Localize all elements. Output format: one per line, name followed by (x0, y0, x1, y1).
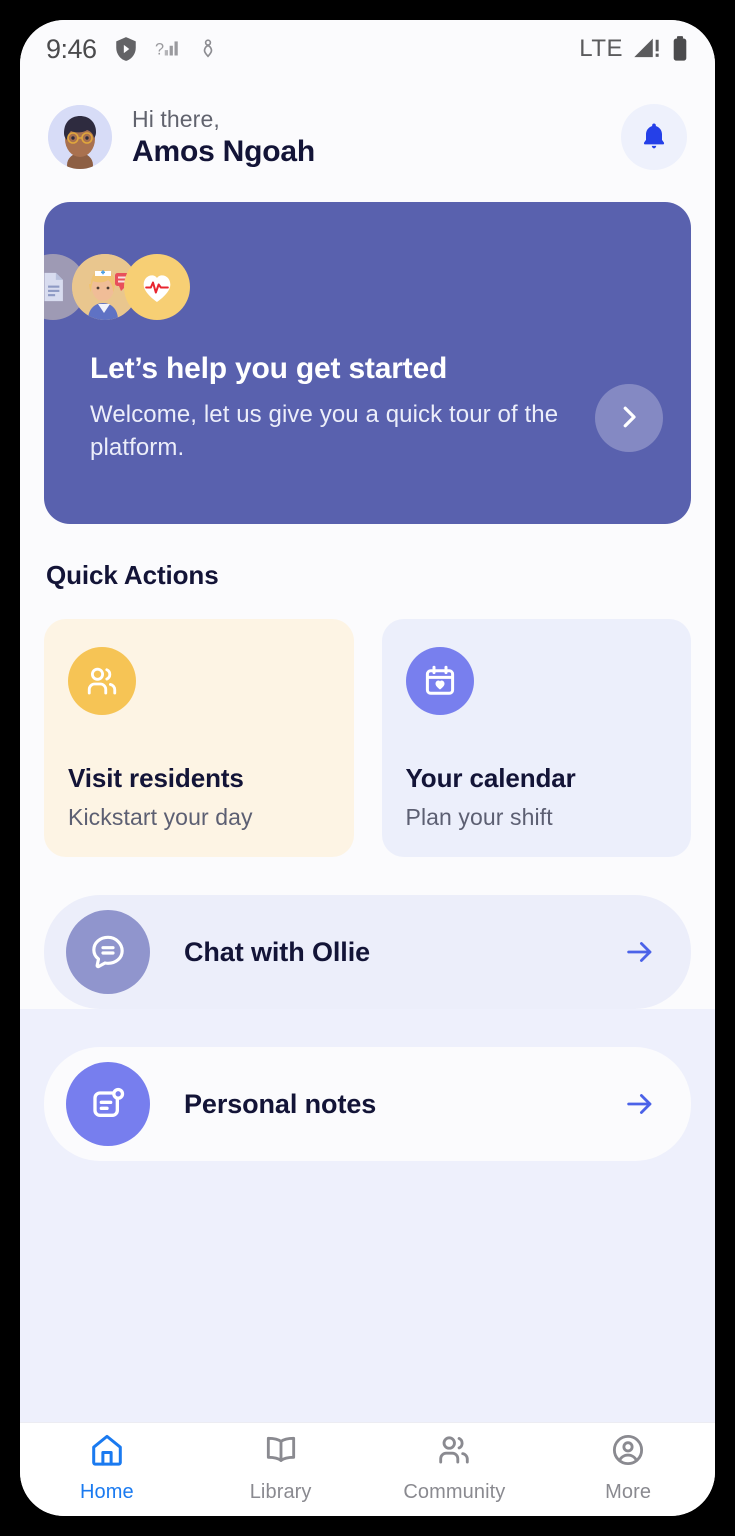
quick-action-visit-residents[interactable]: Visit residents Kickstart your day (44, 619, 354, 857)
status-bar: 9:46 ? LTE (20, 20, 715, 78)
hero-subtitle: Welcome, let us give you a quick tour of… (90, 401, 559, 462)
row-label: Personal notes (184, 1088, 377, 1119)
signal-unknown-icon: ? (155, 35, 181, 63)
nav-item-community[interactable]: Community (368, 1431, 542, 1504)
hero-next-button[interactable] (595, 384, 663, 452)
hero-title: Let’s help you get started (90, 352, 448, 385)
greeting-text: Hi there, (132, 105, 220, 132)
battery-full-icon (671, 35, 689, 63)
chat-with-ollie-row[interactable]: Chat with Ollie (44, 895, 691, 1009)
quick-action-title: Your calendar (405, 763, 576, 793)
hero-avatar-group (44, 254, 190, 320)
device-frame: 9:46 ? LTE Hi there, Amos Ngoah Let’s he… (0, 0, 735, 1536)
quick-action-subtitle: Kickstart your day (68, 804, 253, 830)
status-bar-left: 9:46 ? (46, 34, 219, 65)
people-icon (435, 1431, 473, 1474)
heartbeat-avatar (124, 254, 190, 320)
chevron-right-icon (614, 402, 644, 435)
avatar[interactable] (48, 105, 112, 169)
network-type-label: LTE (579, 35, 623, 62)
greeting-block: Hi there, Amos Ngoah (132, 106, 315, 169)
hero-text-block: Let’s help you get started Welcome, let … (90, 352, 590, 464)
row-label: Chat with Ollie (184, 936, 371, 967)
calendar-heart-icon (405, 647, 474, 715)
nav-item-library[interactable]: Library (194, 1431, 368, 1504)
nav-item-more[interactable]: More (541, 1431, 715, 1504)
quick-action-title: Visit residents (68, 763, 244, 793)
quick-actions-title: Quick Actions (46, 560, 219, 590)
notification-button[interactable] (621, 104, 687, 170)
notes-section: Personal notes (20, 1009, 715, 1422)
status-time: 9:46 (46, 33, 97, 64)
personal-notes-row[interactable]: Personal notes (44, 1047, 691, 1161)
status-bar-right: LTE (579, 35, 689, 63)
nav-item-home[interactable]: Home (20, 1431, 194, 1504)
chat-bubble-icon (66, 910, 150, 994)
bell-icon (638, 120, 670, 155)
onboarding-hero-card[interactable]: Let’s help you get started Welcome, let … (44, 202, 691, 524)
arrow-right-icon[interactable] (623, 1087, 657, 1121)
book-icon (262, 1431, 300, 1474)
quick-action-your-calendar[interactable]: Your calendar Plan your shift (381, 619, 691, 857)
shield-icon (113, 35, 139, 63)
bottom-navigation-bar: Home Library Community More (20, 1422, 715, 1516)
svg-text:?: ? (155, 40, 164, 58)
health-heart-icon (197, 35, 219, 63)
nav-label-library: Library (249, 1481, 312, 1503)
nav-label-community: Community (403, 1481, 506, 1503)
quick-action-subtitle: Plan your shift (405, 804, 553, 830)
notes-icon (66, 1062, 150, 1146)
home-icon (88, 1431, 126, 1474)
home-content: Hi there, Amos Ngoah Let’s help you get … (20, 78, 715, 1422)
nav-label-home: Home (80, 1481, 134, 1503)
signal-bars-warning-icon (632, 35, 662, 63)
user-name: Amos Ngoah (132, 134, 316, 168)
users-icon (68, 647, 136, 715)
app-header: Hi there, Amos Ngoah (20, 78, 715, 180)
account-circle-icon (609, 1431, 647, 1474)
phone-screen: 9:46 ? LTE Hi there, Amos Ngoah Let’s he… (20, 20, 715, 1516)
arrow-right-icon[interactable] (623, 935, 657, 969)
nav-label-more: More (605, 1481, 652, 1503)
quick-actions-grid: Visit residents Kickstart your day Your … (44, 619, 691, 857)
